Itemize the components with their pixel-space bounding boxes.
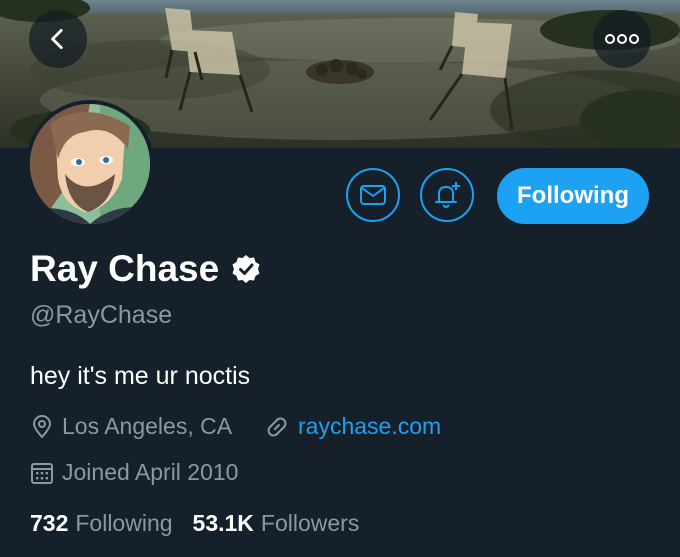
avatar-image (30, 104, 150, 224)
back-button[interactable] (29, 10, 87, 68)
profile-stats: 732 Following 53.1K Followers (30, 510, 379, 537)
joined-info: Joined April 2010 (30, 459, 238, 486)
calendar-icon (30, 461, 54, 485)
following-label: Following (75, 510, 173, 536)
website-info[interactable]: raychase.com (264, 413, 441, 440)
location-info: Los Angeles, CA (30, 413, 232, 440)
location-text: Los Angeles, CA (62, 413, 233, 439)
display-name: Ray Chase (30, 248, 261, 290)
following-button[interactable]: Following (497, 168, 649, 224)
website-link[interactable]: raychase.com (298, 413, 441, 440)
following-count: 732 (30, 510, 69, 536)
more-horizontal-icon (605, 34, 639, 44)
mail-icon (360, 185, 386, 205)
verified-badge-icon (231, 254, 261, 284)
notifications-button[interactable] (420, 168, 474, 222)
more-options-button[interactable] (593, 10, 651, 68)
followers-stat[interactable]: 53.1K Followers (193, 510, 360, 537)
following-stat[interactable]: 732 Following (30, 510, 173, 537)
chevron-left-icon (51, 28, 63, 50)
bell-plus-icon (435, 182, 460, 208)
link-icon (264, 414, 290, 440)
profile-bio: hey it's me ur noctis (30, 362, 251, 390)
username-handle: @RayChase (30, 301, 173, 329)
location-pin-icon (30, 414, 54, 439)
joined-text: Joined April 2010 (62, 459, 239, 485)
followers-label: Followers (260, 510, 360, 536)
followers-count: 53.1K (192, 510, 254, 536)
avatar[interactable] (26, 100, 154, 228)
message-button[interactable] (346, 168, 400, 222)
display-name-text: Ray Chase (30, 248, 220, 289)
